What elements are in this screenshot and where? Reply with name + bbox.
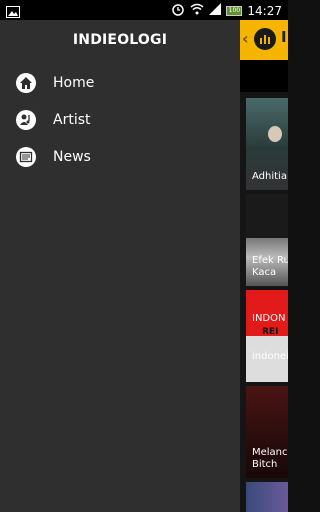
card-item[interactable] <box>246 482 288 512</box>
card-item[interactable]: Adhitia <box>246 98 288 190</box>
status-time: 14:27 <box>247 3 282 18</box>
action-bar: ‹ I <box>240 20 288 60</box>
status-bar: 100 14:27 <box>0 0 288 20</box>
card-caption: indonei <box>252 351 288 362</box>
drawer-item-home[interactable]: Home <box>0 64 240 101</box>
card-title: Melanc <box>252 447 288 458</box>
drawer-item-label: News <box>53 148 91 165</box>
drawer-menu: Home Artist News <box>0 64 240 175</box>
drawer-item-artist[interactable]: Artist <box>0 101 240 138</box>
card-subtitle: REI <box>262 327 279 337</box>
news-icon <box>16 146 36 167</box>
card-subtitle: Kaca <box>252 267 277 278</box>
drawer-toggle-icon[interactable]: ‹ <box>242 29 249 48</box>
alarm-icon <box>171 2 185 19</box>
drawer-item-label: Home <box>53 74 95 91</box>
artist-icon <box>16 109 36 130</box>
battery-icon: 100 <box>226 5 243 16</box>
main-content: ‹ I Adhitia Efek Ru Kaca INDON REI indon… <box>240 20 288 512</box>
card-item[interactable]: INDON REI indonei <box>246 290 288 382</box>
card-title: Adhitia <box>252 171 287 182</box>
card-subtitle: Bitch <box>252 459 278 470</box>
drawer-title: INDIEOLOGI <box>72 32 168 48</box>
app-logo-icon[interactable] <box>254 28 276 50</box>
card-image <box>268 126 282 142</box>
card-item[interactable]: Efek Ru Kaca <box>246 194 288 286</box>
drawer-item-news[interactable]: News <box>0 138 240 175</box>
drawer-item-label: Artist <box>53 111 91 128</box>
card-item[interactable]: Melanc Bitch <box>246 386 288 478</box>
card-title: INDON <box>252 313 286 324</box>
card-title: Efek Ru <box>252 255 288 266</box>
wifi-icon <box>190 3 204 18</box>
home-icon <box>16 72 36 93</box>
action-bar-title: I <box>281 28 287 46</box>
navigation-drawer: INDIEOLOGI Home Artist News <box>0 20 240 512</box>
signal-icon <box>209 3 222 18</box>
tab-strip[interactable] <box>240 60 288 92</box>
